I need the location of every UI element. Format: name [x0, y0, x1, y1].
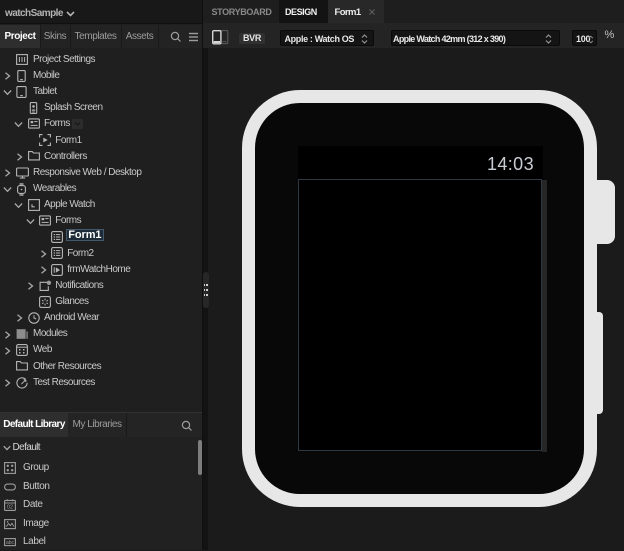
svg-text:abc: abc: [6, 540, 15, 546]
svg-text:02: 02: [7, 504, 13, 510]
